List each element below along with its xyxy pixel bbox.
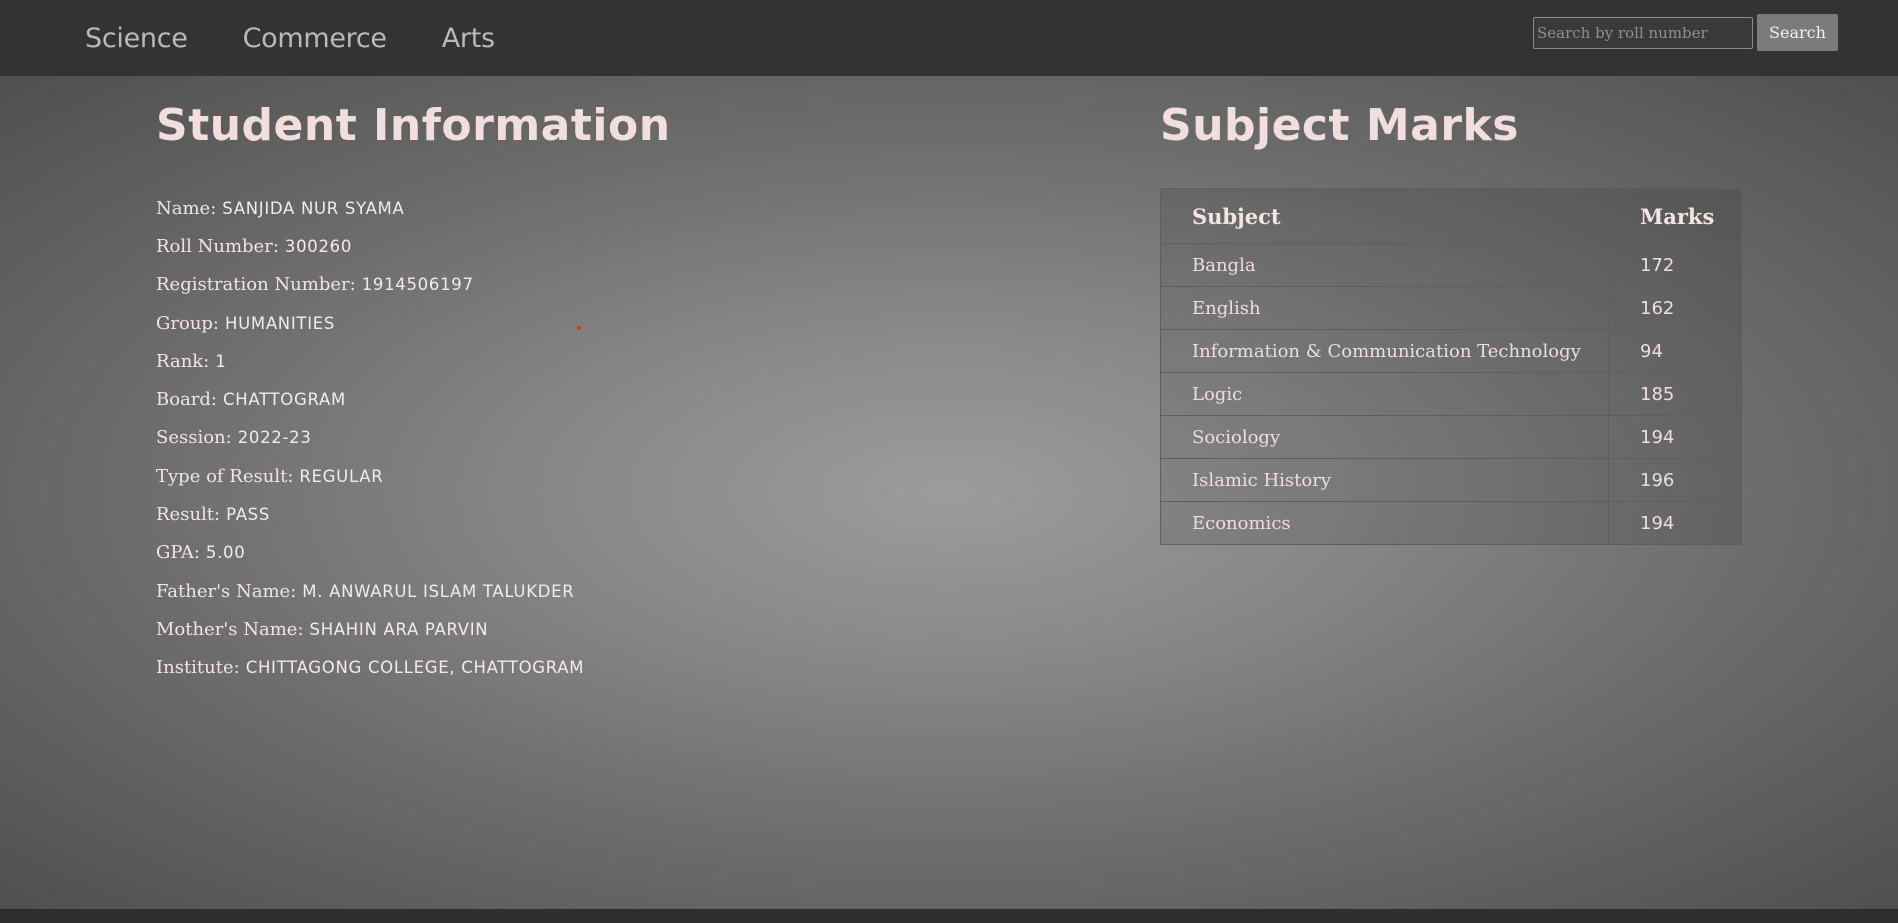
marks-cell: 94 [1608, 329, 1742, 373]
info-value: SHAHIN ARA PARVIN [309, 619, 489, 639]
red-dot-marker [577, 326, 581, 330]
marks-cell: 194 [1608, 415, 1742, 459]
info-row-group: Group: HUMANITIES [156, 304, 584, 342]
nav-link-science[interactable]: Science [85, 23, 188, 54]
info-row-session: Session: 2022-23 [156, 419, 584, 457]
marks-cell: 162 [1608, 286, 1742, 330]
marks-cell: 194 [1608, 501, 1742, 545]
nav-link-arts[interactable]: Arts [442, 23, 495, 54]
info-value: M. ANWARUL ISLAM TALUKDER [302, 581, 575, 601]
info-label: Type of Result: [156, 465, 294, 487]
info-value: PASS [226, 505, 271, 525]
search-input[interactable] [1533, 16, 1753, 49]
info-row-mothers-name: Mother's Name: SHAHIN ARA PARVIN [156, 610, 584, 648]
info-row-name: Name: SANJIDA NUR SYAMA [156, 189, 584, 227]
column-header-subject: Subject [1160, 188, 1609, 244]
table-row: Bangla 172 [1160, 243, 1742, 287]
table-row: Economics 194 [1160, 501, 1742, 545]
info-label: Session: [156, 427, 232, 449]
info-label: Institute: [156, 657, 240, 679]
info-label: Mother's Name: [156, 618, 304, 640]
info-label: Registration Number: [156, 274, 356, 296]
table-row: Logic 185 [1160, 372, 1742, 416]
table-row: Sociology 194 [1160, 415, 1742, 459]
nav-link-commerce[interactable]: Commerce [243, 23, 387, 54]
marks-cell: 172 [1608, 243, 1742, 287]
table-row: Information & Communication Technology 94 [1160, 329, 1742, 373]
info-label: Roll Number: [156, 235, 279, 257]
info-row-institute: Institute: CHITTAGONG COLLEGE, CHATTOGRAM [156, 649, 584, 687]
info-row-result: Result: PASS [156, 495, 584, 533]
info-label: Result: [156, 504, 221, 526]
column-header-marks: Marks [1608, 188, 1742, 244]
nav-links: Science Commerce Arts [85, 23, 550, 54]
marks-cell: 185 [1608, 372, 1742, 416]
student-info-list: Name: SANJIDA NUR SYAMA Roll Number: 30026… [156, 189, 584, 687]
marks-cell: 196 [1608, 458, 1742, 502]
info-value: CHATTOGRAM [223, 390, 346, 410]
table-row: Islamic History 196 [1160, 458, 1742, 502]
subject-cell: English [1160, 286, 1609, 330]
subject-cell: Information & Communication Technology [1160, 329, 1609, 373]
info-value: HUMANITIES [225, 313, 336, 333]
info-row-roll-number: Roll Number: 300260 [156, 227, 584, 265]
info-value: 300260 [284, 236, 353, 256]
table-header-row: Subject Marks [1160, 188, 1742, 244]
search-button[interactable]: Search [1757, 14, 1838, 51]
subject-cell: Sociology [1160, 415, 1609, 459]
info-label: Board: [156, 389, 217, 411]
info-label: Father's Name: [156, 580, 297, 602]
subject-marks-title: Subject Marks [1160, 100, 1519, 151]
info-label: Name: [156, 197, 217, 219]
subject-cell: Economics [1160, 501, 1609, 545]
table-row: English 162 [1160, 286, 1742, 330]
info-row-registration-number: Registration Number: 1914506197 [156, 266, 584, 304]
info-row-fathers-name: Father's Name: M. ANWARUL ISLAM TALUKDER [156, 572, 584, 610]
info-row-gpa: GPA: 5.00 [156, 534, 584, 572]
footer-strip [0, 909, 1898, 923]
info-value: 1914506197 [361, 275, 474, 295]
info-value: CHITTAGONG COLLEGE, CHATTOGRAM [245, 658, 585, 678]
info-row-rank: Rank: 1 [156, 342, 584, 380]
info-label: Group: [156, 312, 219, 334]
student-info-title: Student Information [156, 100, 671, 151]
info-label: GPA: [156, 542, 200, 564]
info-value: REGULAR [299, 466, 384, 486]
top-navbar: Science Commerce Arts Search [0, 0, 1898, 76]
info-row-type-of-result: Type of Result: REGULAR [156, 457, 584, 495]
subject-cell: Bangla [1160, 243, 1609, 287]
info-label: Rank: [156, 350, 210, 372]
info-value: 2022-23 [237, 428, 312, 448]
info-value: 1 [215, 351, 227, 371]
info-value: SANJIDA NUR SYAMA [222, 198, 405, 218]
subject-cell: Logic [1160, 372, 1609, 416]
subject-marks-table: Subject Marks Bangla 172 English 162 Infor… [1160, 188, 1742, 545]
info-value: 5.00 [205, 543, 246, 563]
info-row-board: Board: CHATTOGRAM [156, 380, 584, 418]
search-form: Search [1533, 14, 1838, 51]
subject-cell: Islamic History [1160, 458, 1609, 502]
